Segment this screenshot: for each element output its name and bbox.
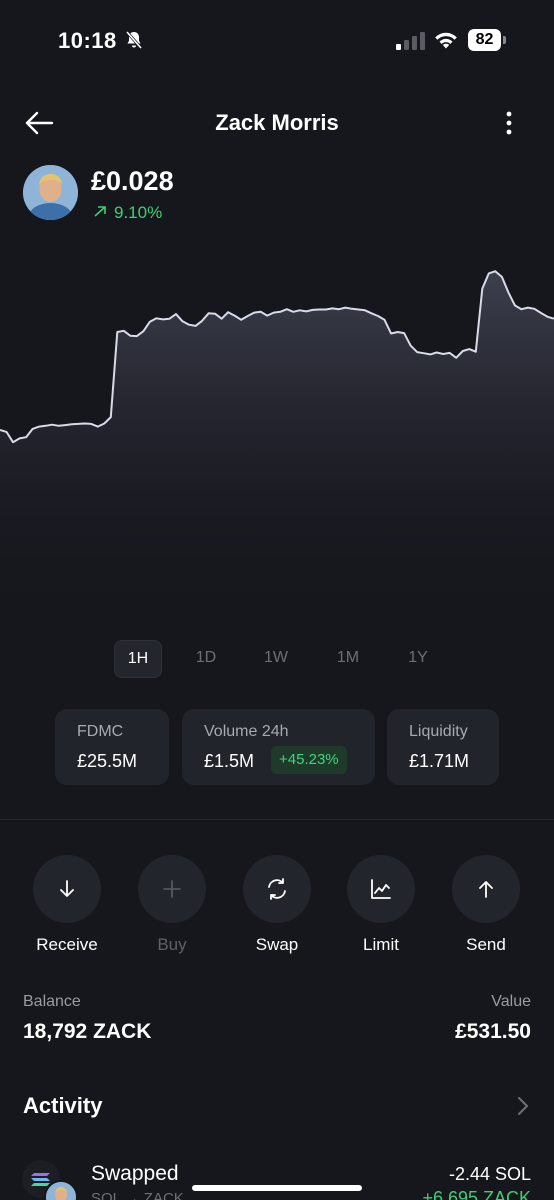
activity-item-subtitle: SOL → ZACK	[91, 1190, 184, 1200]
volume-value: £1.5M	[204, 751, 255, 771]
chart-area	[0, 271, 554, 620]
activity-row[interactable]: Swapped SOL → ZACK -2.44 SOL +6,695 ZACK	[0, 1150, 554, 1200]
volume-card: Volume 24h £1.5M +45.23%	[182, 709, 375, 785]
limit-label: Limit	[363, 935, 399, 954]
send-label: Send	[466, 935, 506, 954]
price-change-value: 9.10%	[114, 203, 163, 222]
limit-button[interactable]: Limit	[336, 855, 426, 955]
more-options-icon[interactable]	[494, 108, 524, 138]
chart-line-icon	[371, 879, 391, 899]
chevron-right-icon[interactable]	[514, 1094, 532, 1118]
battery-level: 82	[468, 29, 501, 51]
tab-1w[interactable]: 1W	[253, 640, 299, 676]
battery-indicator: 82	[468, 29, 508, 51]
swap-icon	[268, 878, 286, 900]
buy-button[interactable]: Buy	[127, 855, 217, 955]
liquidity-label: Liquidity	[409, 723, 468, 740]
arrow-up-icon	[479, 881, 493, 898]
send-circle[interactable]	[452, 855, 520, 923]
signal-icon	[396, 32, 425, 50]
receive-button[interactable]: Receive	[22, 855, 112, 955]
price-change: 9.10%	[92, 203, 162, 223]
token-avatar	[23, 165, 78, 220]
fdmc-value: £25.5M	[77, 751, 138, 771]
swap-label: Swap	[255, 935, 299, 954]
receive-circle[interactable]	[33, 855, 101, 923]
token-price: £0.028	[91, 166, 174, 196]
limit-circle[interactable]	[347, 855, 415, 923]
liquidity-value: £1.71M	[409, 751, 470, 771]
bell-muted-icon	[125, 31, 143, 49]
value-amount: £531.50	[455, 1020, 531, 1043]
buy-label: Buy	[157, 935, 187, 954]
activity-amount-out: -2.44 SOL	[448, 1164, 531, 1184]
tab-1h[interactable]: 1H	[114, 640, 162, 678]
battery-tip	[503, 36, 506, 44]
tab-1y[interactable]: 1Y	[395, 640, 441, 676]
token-small-avatar	[44, 1180, 78, 1200]
tab-1d[interactable]: 1D	[183, 640, 229, 676]
fdmc-card: FDMC £25.5M	[55, 709, 169, 785]
timeframe-tabs: 1H 1D 1W 1M 1Y	[0, 640, 554, 678]
arrow-down-icon	[60, 880, 74, 897]
tab-1m[interactable]: 1M	[325, 640, 371, 676]
balance-label: Balance	[23, 993, 81, 1010]
receive-label: Receive	[36, 935, 98, 954]
status-time: 10:18	[58, 28, 117, 53]
activity-item-title: Swapped	[91, 1162, 179, 1185]
wifi-icon	[435, 32, 457, 49]
swap-button[interactable]: Swap	[232, 855, 322, 955]
volume-label: Volume 24h	[204, 723, 289, 740]
send-button[interactable]: Send	[441, 855, 531, 955]
liquidity-card: Liquidity £1.71M	[387, 709, 499, 785]
value-label: Value	[491, 993, 531, 1010]
swap-circle[interactable]	[243, 855, 311, 923]
page-title: Zack Morris	[215, 110, 339, 135]
section-divider	[0, 819, 554, 820]
buy-circle[interactable]	[138, 855, 206, 923]
home-indicator[interactable]	[192, 1185, 362, 1191]
plus-icon	[163, 880, 181, 898]
activity-title: Activity	[23, 1093, 103, 1118]
activity-amount-in: +6,695 ZACK	[422, 1188, 531, 1200]
trend-up-icon	[94, 206, 106, 217]
token-detail-screen: 10:18 82 Zack Morris £0.028 9.10% 1H 1D …	[0, 0, 554, 1200]
balance-amount: 18,792 ZACK	[23, 1020, 152, 1043]
fdmc-label: FDMC	[77, 723, 124, 740]
price-chart[interactable]	[0, 240, 554, 620]
volume-change-badge: +45.23%	[271, 746, 347, 774]
